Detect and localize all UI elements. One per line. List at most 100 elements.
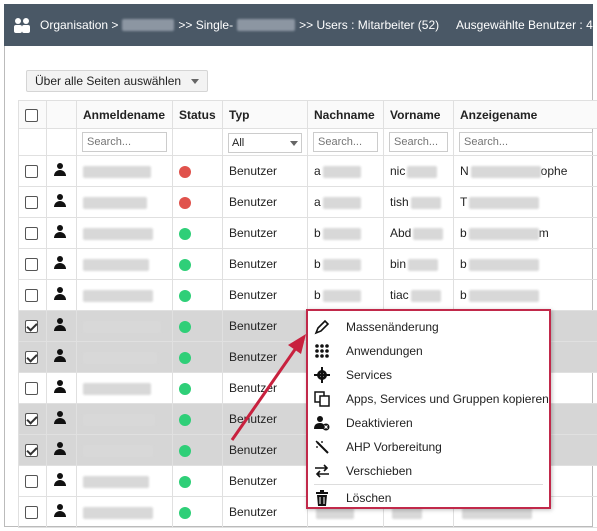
cell-anzeigename: b [453, 248, 597, 280]
cell-anmeldename [76, 403, 173, 435]
search-input[interactable] [313, 132, 378, 152]
cell-anmeldename [76, 186, 173, 218]
row-select-cell[interactable] [18, 434, 47, 466]
user-icon [53, 255, 67, 270]
magic-wand-icon [314, 439, 330, 455]
breadcrumb-organisation[interactable]: Organisation > [40, 18, 118, 32]
menu-item-gear[interactable]: Services [308, 363, 549, 387]
row-select-cell[interactable] [18, 155, 47, 187]
row-icon-cell [46, 496, 77, 528]
table-row[interactable]: Benutzer a tish T [18, 186, 597, 218]
row-checkbox[interactable] [25, 351, 38, 365]
menu-item-label: Apps, Services und Gruppen kopieren [346, 392, 549, 406]
row-select-cell[interactable] [18, 186, 47, 218]
type-filter-select[interactable]: All [228, 133, 302, 153]
status-indicator [179, 320, 191, 333]
redacted-text [122, 19, 175, 31]
row-checkbox[interactable] [25, 196, 38, 210]
row-select-cell[interactable] [18, 279, 47, 311]
row-icon-cell [46, 248, 77, 280]
cell-vorname: nic [383, 155, 454, 187]
row-select-cell[interactable] [18, 341, 47, 373]
row-icon-cell [46, 403, 77, 435]
column-header[interactable]: Nachname [307, 100, 384, 129]
select-all-checkbox[interactable] [25, 108, 38, 122]
copy-icon [314, 391, 330, 407]
row-checkbox[interactable] [25, 289, 38, 303]
row-select-cell[interactable] [18, 496, 47, 528]
menu-item-trash[interactable]: Löschen [308, 486, 549, 510]
menu-item-copy[interactable]: Apps, Services und Gruppen kopieren [308, 387, 549, 411]
gear-icon [314, 367, 330, 383]
row-select-cell[interactable] [18, 310, 47, 342]
row-checkbox[interactable] [25, 413, 38, 427]
column-header[interactable]: Typ [222, 100, 308, 129]
row-checkbox[interactable] [25, 227, 38, 241]
column-header[interactable]: Anzeigename [453, 100, 597, 129]
cell-nachname: b [307, 217, 384, 249]
cell-anmeldename [76, 155, 173, 187]
cell-status [172, 403, 223, 435]
user-disable-icon [314, 415, 330, 431]
row-select-cell[interactable] [18, 372, 47, 404]
breadcrumb-users[interactable]: >> Users : Mitarbeiter (52) [299, 18, 439, 32]
row-checkbox[interactable] [25, 165, 38, 179]
filter-cell [453, 128, 597, 156]
menu-item-label: Services [346, 368, 393, 382]
select-all-pages-dropdown[interactable]: Über alle Seiten auswählen [26, 70, 209, 92]
column-header[interactable]: Status [172, 100, 223, 129]
breadcrumb-single[interactable]: >> Single- [178, 18, 233, 32]
table-row[interactable]: Benutzer b tiac b [18, 279, 597, 311]
cell-status [172, 496, 223, 528]
column-header[interactable]: Vorname [383, 100, 454, 129]
row-select-cell[interactable] [18, 403, 47, 435]
row-select-cell[interactable] [18, 248, 47, 280]
row-icon-cell [46, 434, 77, 466]
cell-anmeldename [76, 217, 173, 249]
cell-typ: Benutzer [222, 403, 308, 435]
cell-status [172, 248, 223, 280]
filter-cell: All [222, 128, 308, 156]
user-icon [53, 162, 67, 177]
cell-typ: Benutzer [222, 465, 308, 497]
select-all-pages-label: Über alle Seiten auswählen [35, 74, 182, 88]
row-checkbox[interactable] [25, 382, 38, 396]
table-header-row: Anmeldename Status Typ Nachname Vorname … [18, 100, 597, 129]
table-row[interactable]: Benutzer b bin b [18, 248, 597, 280]
menu-item-label: Deaktivieren [346, 416, 413, 430]
status-indicator [179, 165, 191, 178]
search-input[interactable] [82, 132, 167, 152]
row-checkbox[interactable] [25, 320, 38, 334]
cell-typ: Benutzer [222, 248, 308, 280]
table-row[interactable]: Benutzer b Abd b m [18, 217, 597, 249]
status-indicator [179, 196, 191, 209]
redacted-text [237, 19, 296, 31]
row-checkbox[interactable] [25, 258, 38, 272]
row-checkbox[interactable] [25, 506, 38, 520]
cell-status [172, 279, 223, 311]
cell-typ: Benutzer [222, 372, 308, 404]
row-checkbox[interactable] [25, 475, 38, 489]
menu-item-grid[interactable]: Anwendungen [308, 339, 549, 363]
user-icon [53, 379, 67, 394]
filter-cell [172, 128, 223, 156]
menu-item-label: Löschen [346, 491, 392, 505]
column-header[interactable]: Anmeldename [76, 100, 173, 129]
row-checkbox[interactable] [25, 444, 38, 458]
menu-item-magic-wand[interactable]: AHP Vorbereitung [308, 435, 549, 459]
row-select-cell[interactable] [18, 217, 47, 249]
menu-item-user-disable[interactable]: Deaktivieren [308, 411, 549, 435]
menu-item-pencil[interactable]: Massenänderung [308, 315, 549, 339]
status-indicator [179, 444, 191, 457]
cell-nachname: a [307, 155, 384, 187]
search-input[interactable] [459, 132, 593, 152]
menu-item-swap-arrows[interactable]: Verschieben [308, 459, 549, 483]
header-select-cell[interactable] [18, 100, 47, 129]
search-input[interactable] [389, 132, 448, 152]
table-row[interactable]: Benutzer a nic Nophe [18, 155, 597, 187]
cell-anzeigename: bm [453, 217, 597, 249]
row-icon-cell [46, 217, 77, 249]
cell-anmeldename [76, 341, 173, 373]
row-select-cell[interactable] [18, 465, 47, 497]
cell-nachname: b [307, 248, 384, 280]
